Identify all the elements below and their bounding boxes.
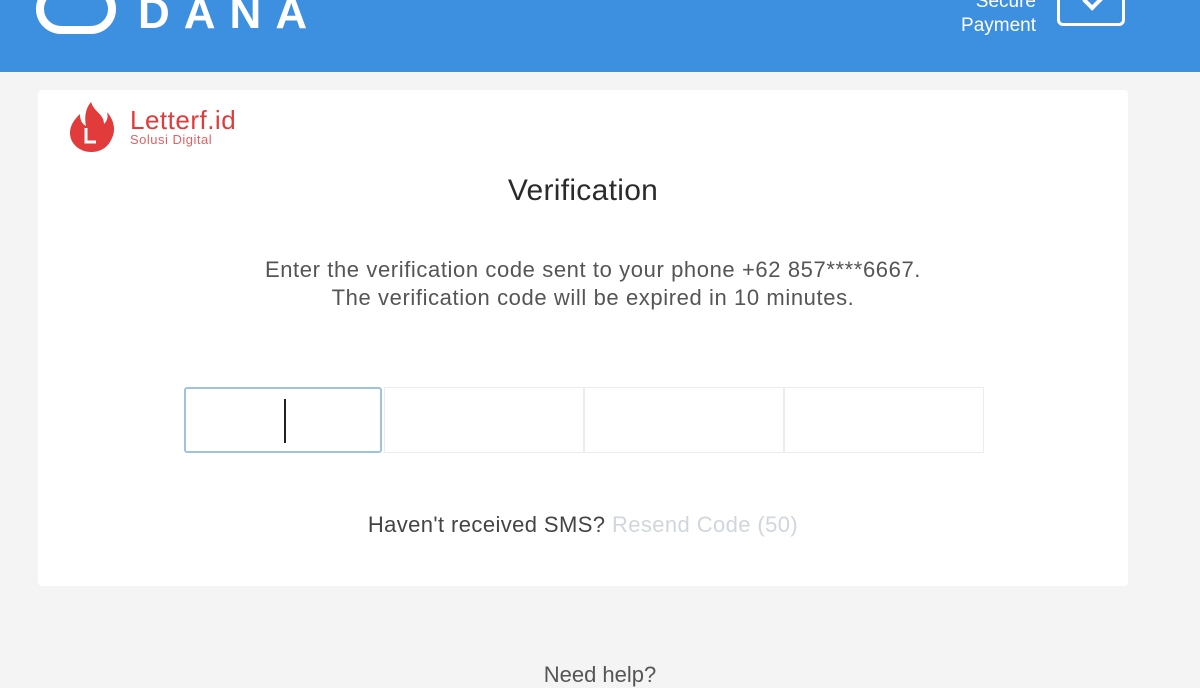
- verification-card: Letterf.id Solusi Digital Verification E…: [38, 90, 1128, 586]
- flame-icon: [64, 100, 118, 154]
- otp-digit-4[interactable]: [784, 387, 984, 453]
- otp-input-group: [184, 387, 984, 453]
- logo-name: Letterf.id: [130, 105, 237, 135]
- brand-name: DANA: [138, 0, 322, 38]
- otp-digit-2[interactable]: [384, 387, 584, 453]
- resend-code-link[interactable]: Resend Code (50): [612, 512, 798, 537]
- resend-row: Haven't received SMS? Resend Code (50): [38, 512, 1128, 538]
- secure-payment-label: Secure Payment: [961, 0, 1036, 38]
- resend-question: Haven't received SMS?: [367, 512, 606, 537]
- otp-digit-3[interactable]: [584, 387, 784, 453]
- otp-digit-1[interactable]: [184, 387, 382, 453]
- help-link[interactable]: Need help?: [0, 662, 1200, 688]
- dana-logo-icon: [36, 0, 116, 34]
- page-title: Verification: [507, 174, 659, 207]
- dana-logo: DANA: [36, 0, 321, 36]
- payment-line: Payment: [961, 15, 1036, 36]
- text-cursor: [284, 399, 286, 443]
- letterf-logo: Letterf.id Solusi Digital: [64, 100, 236, 154]
- secure-line: Secure: [975, 0, 1036, 12]
- header-bar: DANA Secure Payment: [0, 0, 1200, 72]
- logo-tagline: Solusi Digital: [130, 132, 213, 147]
- check-shield-icon: [1057, 0, 1125, 26]
- verification-instructions: Enter the verification code sent to your…: [264, 257, 922, 310]
